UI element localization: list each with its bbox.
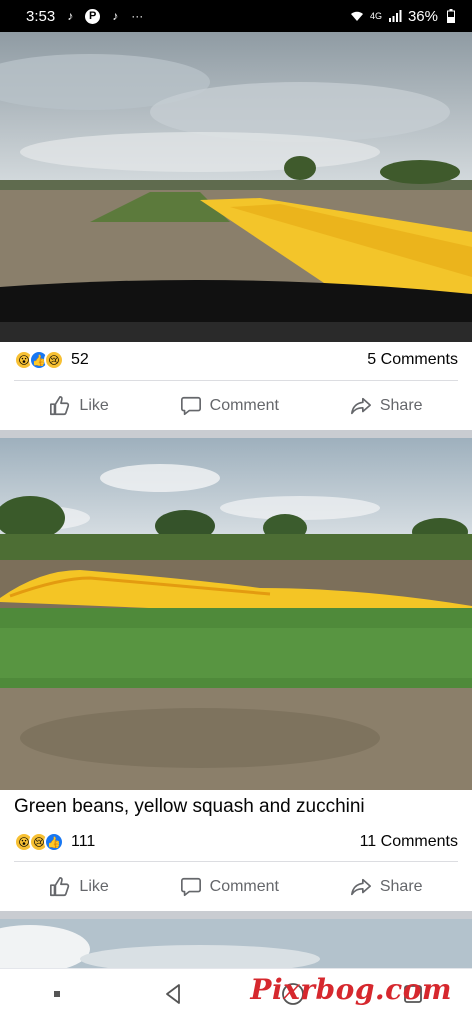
comment-label: Comment bbox=[209, 396, 279, 414]
like-label: Like bbox=[79, 396, 109, 414]
share-button[interactable]: Share bbox=[340, 389, 433, 423]
like-button[interactable]: Like bbox=[39, 389, 118, 423]
share-arrow-icon bbox=[350, 878, 371, 895]
reaction-emojis: 😮 👍 😢 bbox=[14, 350, 64, 370]
status-bar: 3:53 ♪ P ♪ ··· 4G 36% bbox=[0, 0, 472, 32]
post-divider-2 bbox=[0, 911, 472, 919]
like-reaction-icon: 👍 bbox=[44, 832, 64, 852]
like-label: Like bbox=[79, 877, 109, 895]
share-button-2[interactable]: Share bbox=[340, 870, 433, 904]
clock: 3:53 bbox=[26, 7, 56, 25]
post-photo-squash-roadside[interactable] bbox=[0, 32, 472, 342]
reaction-emojis-2: 😮 😢 👍 bbox=[14, 832, 64, 852]
battery-percent: 36% bbox=[407, 7, 438, 25]
reactions-summary-2[interactable]: 😮 😢 👍 111 11 Comments bbox=[0, 825, 472, 859]
thumbs-up-icon bbox=[50, 876, 70, 896]
recents-icon bbox=[54, 991, 61, 997]
share-label: Share bbox=[379, 877, 423, 895]
tiktok-notification-icon: ♪ bbox=[67, 9, 74, 23]
network-type: 4G bbox=[369, 11, 382, 21]
like-button-2[interactable]: Like bbox=[39, 870, 118, 904]
battery-icon bbox=[444, 9, 458, 23]
more-notifications-icon: ··· bbox=[131, 9, 144, 23]
reaction-count-2: 111 bbox=[71, 833, 96, 850]
reaction-count: 52 bbox=[71, 351, 89, 368]
post-caption: Green beans, yellow squash and zucchini bbox=[14, 796, 365, 817]
post-photo-partial[interactable] bbox=[0, 919, 472, 968]
thumbs-up-icon bbox=[50, 395, 70, 415]
reactions-summary[interactable]: 😮 👍 😢 52 5 Comments bbox=[0, 343, 472, 377]
post-actions-bar: Like Comment Share bbox=[14, 380, 458, 430]
post-actions-bar-2: Like Comment Share bbox=[14, 861, 458, 911]
sad-reaction-icon: 😢 bbox=[44, 350, 64, 370]
comment-button-2[interactable]: Comment bbox=[170, 870, 289, 904]
back-triangle-icon bbox=[165, 984, 180, 1004]
comments-count-link[interactable]: 5 Comments bbox=[367, 351, 458, 369]
pinterest-notification-icon: P bbox=[85, 8, 101, 24]
recents-button[interactable] bbox=[47, 984, 67, 1009]
post-photo-beans-squash-field[interactable] bbox=[0, 438, 472, 790]
wifi-icon bbox=[350, 9, 364, 23]
comment-label: Comment bbox=[209, 877, 279, 895]
share-label: Share bbox=[379, 396, 423, 414]
post-divider bbox=[0, 430, 472, 438]
signal-icon bbox=[388, 9, 402, 23]
watermark-logo: Pixrbog.com bbox=[250, 973, 452, 1006]
comment-bubble-icon bbox=[180, 396, 201, 415]
share-arrow-icon bbox=[350, 397, 371, 414]
comment-bubble-icon bbox=[180, 877, 201, 896]
comments-count-link-2[interactable]: 11 Comments bbox=[360, 833, 458, 851]
back-button[interactable] bbox=[162, 982, 186, 1011]
comment-button[interactable]: Comment bbox=[170, 389, 289, 423]
tiktok-notification-icon-2: ♪ bbox=[112, 9, 119, 23]
